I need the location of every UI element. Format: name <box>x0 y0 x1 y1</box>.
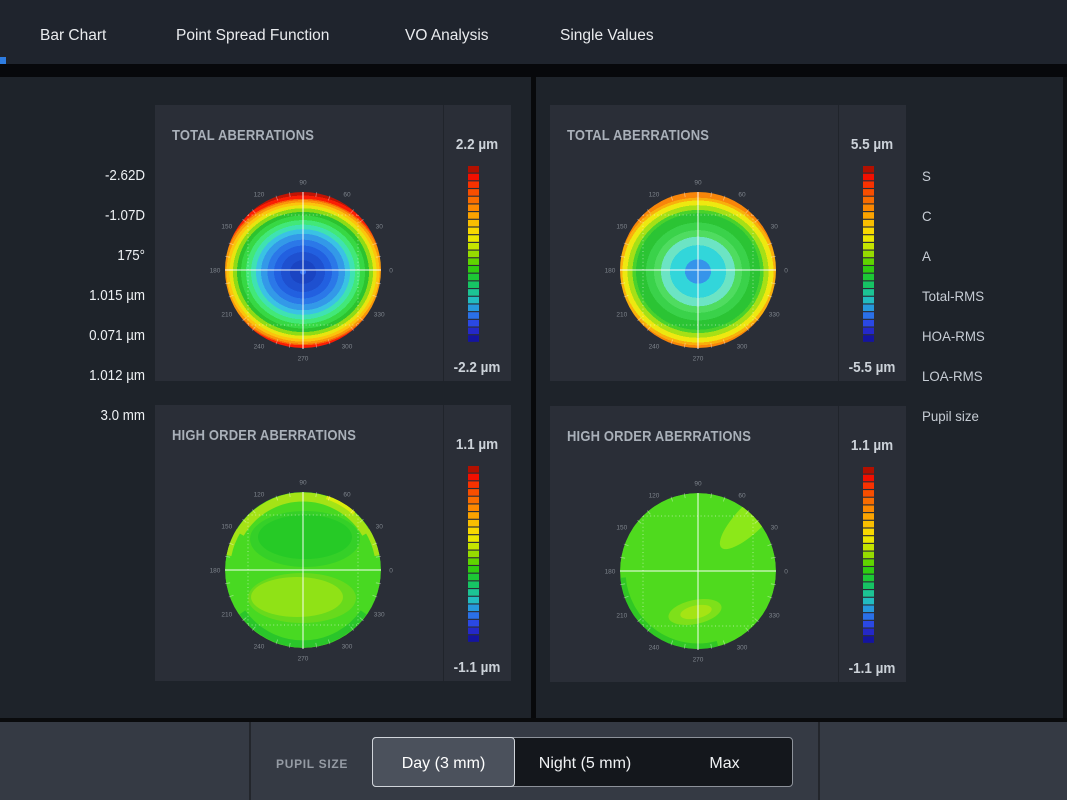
svg-text:210: 210 <box>616 613 627 620</box>
svg-text:270: 270 <box>693 356 704 363</box>
svg-text:30: 30 <box>376 524 384 531</box>
svg-text:150: 150 <box>221 224 232 231</box>
svg-text:180: 180 <box>605 569 616 576</box>
svg-text:0: 0 <box>784 268 788 275</box>
svg-text:300: 300 <box>342 644 353 651</box>
svg-text:120: 120 <box>254 191 265 198</box>
svg-text:240: 240 <box>254 344 265 351</box>
svg-text:270: 270 <box>298 656 309 663</box>
svg-text:300: 300 <box>737 344 748 351</box>
svg-text:30: 30 <box>376 224 384 231</box>
svg-text:330: 330 <box>374 612 385 619</box>
svg-text:60: 60 <box>738 191 746 198</box>
svg-text:150: 150 <box>616 224 627 231</box>
svg-text:150: 150 <box>221 524 232 531</box>
svg-text:330: 330 <box>374 312 385 319</box>
svg-text:330: 330 <box>769 312 780 319</box>
svg-text:180: 180 <box>605 268 616 275</box>
svg-text:330: 330 <box>769 613 780 620</box>
svg-text:90: 90 <box>299 180 307 187</box>
svg-text:300: 300 <box>737 645 748 652</box>
svg-text:60: 60 <box>738 492 746 499</box>
svg-text:60: 60 <box>343 191 351 198</box>
svg-text:270: 270 <box>693 657 704 664</box>
svg-text:210: 210 <box>616 312 627 319</box>
svg-text:60: 60 <box>343 491 351 498</box>
svg-text:0: 0 <box>784 569 788 576</box>
svg-text:240: 240 <box>649 344 660 351</box>
svg-text:120: 120 <box>649 191 660 198</box>
svg-text:90: 90 <box>694 180 702 187</box>
svg-text:90: 90 <box>694 481 702 488</box>
svg-text:270: 270 <box>298 356 309 363</box>
svg-text:30: 30 <box>771 224 779 231</box>
svg-text:240: 240 <box>254 644 265 651</box>
svg-text:150: 150 <box>616 525 627 532</box>
svg-text:30: 30 <box>771 525 779 532</box>
svg-text:210: 210 <box>221 612 232 619</box>
svg-text:0: 0 <box>389 268 393 275</box>
svg-text:180: 180 <box>210 268 221 275</box>
svg-text:90: 90 <box>299 480 307 487</box>
svg-text:0: 0 <box>389 568 393 575</box>
svg-text:210: 210 <box>221 312 232 319</box>
svg-text:240: 240 <box>649 645 660 652</box>
svg-text:180: 180 <box>210 568 221 575</box>
svg-text:300: 300 <box>342 344 353 351</box>
svg-text:120: 120 <box>649 492 660 499</box>
svg-text:120: 120 <box>254 491 265 498</box>
